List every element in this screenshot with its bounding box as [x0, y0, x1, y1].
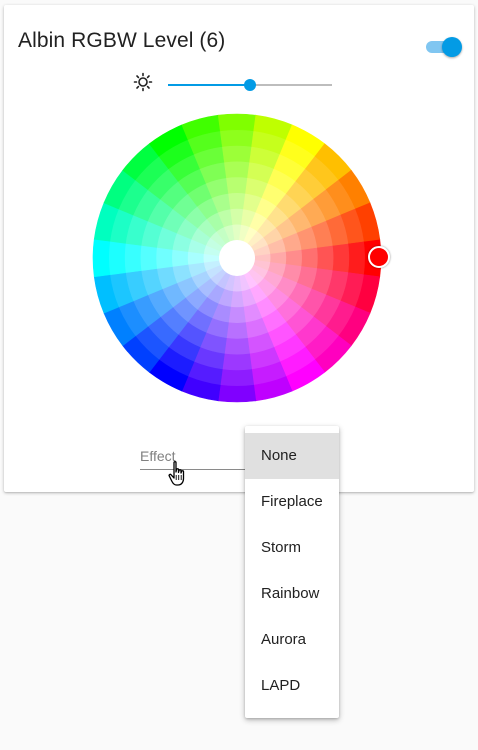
effect-option-aurora[interactable]: Aurora: [245, 617, 339, 663]
color-wheel-segment[interactable]: [124, 242, 142, 274]
effect-option-lapd[interactable]: LAPD: [245, 663, 339, 709]
effect-option-storm[interactable]: Storm: [245, 525, 339, 571]
power-toggle[interactable]: [426, 37, 462, 57]
brightness-icon: [133, 72, 153, 92]
color-wheel-segment[interactable]: [224, 160, 250, 179]
color-wheel-marker[interactable]: [368, 246, 390, 268]
color-wheel-segment[interactable]: [219, 369, 255, 387]
color-wheel[interactable]: [91, 112, 383, 404]
brightness-slider[interactable]: [168, 77, 332, 93]
effect-option-fireplace[interactable]: Fireplace: [245, 479, 339, 525]
color-wheel-segment[interactable]: [219, 129, 255, 147]
color-wheel-segment[interactable]: [171, 249, 189, 267]
color-wheel-segment[interactable]: [221, 353, 253, 371]
effect-option-rainbow[interactable]: Rainbow: [245, 571, 339, 617]
color-wheel-segment[interactable]: [301, 247, 319, 269]
slider-knob[interactable]: [244, 79, 256, 91]
color-wheel-segment[interactable]: [139, 245, 158, 271]
color-wheel-segment[interactable]: [285, 249, 303, 267]
color-wheel-segment[interactable]: [224, 337, 250, 356]
effect-menu: None Fireplace Storm Rainbow Aurora LAPD: [245, 426, 339, 718]
effect-option-none[interactable]: None: [245, 433, 339, 479]
color-wheel-segment[interactable]: [221, 145, 253, 163]
color-wheel-segment[interactable]: [348, 240, 366, 276]
card-title: Albin RGBW Level (6): [18, 29, 226, 52]
effect-dropdown[interactable]: Effect: [140, 445, 250, 471]
slider-fill: [168, 84, 250, 86]
toggle-thumb[interactable]: [442, 37, 462, 57]
color-wheel-segment[interactable]: [217, 384, 257, 403]
color-wheel-segment[interactable]: [316, 245, 335, 271]
color-wheel-segment[interactable]: [332, 242, 350, 274]
effect-underline: [140, 469, 250, 470]
color-wheel-segment[interactable]: [108, 240, 126, 276]
color-wheel-segment[interactable]: [92, 238, 111, 278]
color-wheel-segment[interactable]: [228, 306, 246, 324]
color-wheel-segment[interactable]: [217, 113, 257, 132]
color-wheel-segment[interactable]: [226, 176, 248, 194]
color-wheel-center[interactable]: [219, 240, 255, 276]
hand-cursor-icon: [168, 461, 185, 486]
color-wheel-segment[interactable]: [228, 192, 246, 210]
color-wheel-segment[interactable]: [226, 322, 248, 340]
color-wheel-segment[interactable]: [155, 247, 173, 269]
